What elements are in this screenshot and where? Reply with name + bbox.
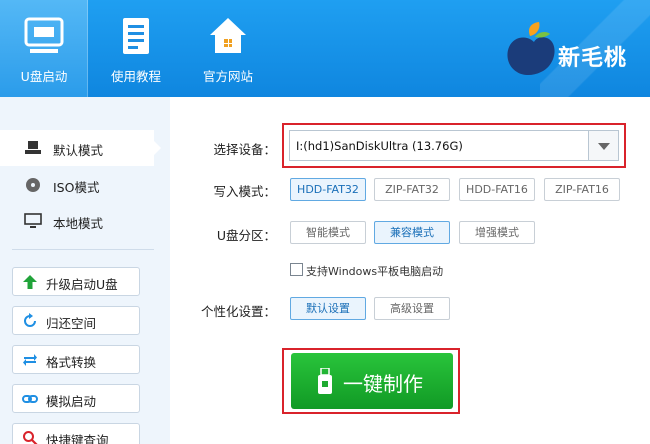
write-mode-label: 写入模式： bbox=[213, 184, 276, 199]
nav-official-site[interactable]: 官方网站 bbox=[192, 0, 264, 97]
nav-tutorial[interactable]: 使用教程 bbox=[100, 0, 172, 97]
windows-tablet-checkbox[interactable] bbox=[290, 263, 303, 276]
monitor-icon bbox=[24, 213, 42, 228]
simulate-boot-label: 模拟启动 bbox=[46, 394, 97, 409]
usb-mode-icon bbox=[25, 141, 41, 154]
format-convert-button[interactable]: 格式转换 bbox=[12, 345, 140, 374]
nav-usb-boot-label: U盘启动 bbox=[20, 69, 68, 84]
mode-iso-label: ISO模式 bbox=[53, 180, 100, 195]
document-icon bbox=[123, 18, 149, 54]
partition-enhanced[interactable]: 增强模式 bbox=[459, 221, 535, 244]
one-click-make-label: 一键制作 bbox=[343, 372, 423, 396]
usb-drive-icon bbox=[24, 17, 64, 53]
format-convert-label: 格式转换 bbox=[46, 355, 97, 370]
windows-tablet-label: 支持Windows平板电脑启动 bbox=[306, 265, 444, 278]
arrow-up-icon bbox=[23, 275, 37, 289]
upgrade-usb-button[interactable]: 升级启动U盘 bbox=[12, 267, 140, 296]
brand-name: 新毛桃 bbox=[558, 46, 628, 71]
device-select-value: I:(hd1)SanDiskUltra (13.76G) bbox=[296, 139, 463, 153]
upgrade-usb-label: 升级启动U盘 bbox=[46, 277, 118, 292]
app-window: U盘启动 使用教程 官方网站 新毛桃 默认模式 ISO模式 本地模式 升级启动U… bbox=[0, 0, 650, 444]
usb-stick-icon bbox=[318, 368, 332, 394]
personalize-label: 个性化设置： bbox=[200, 304, 276, 319]
search-icon bbox=[23, 431, 38, 444]
nav-usb-boot[interactable]: U盘启动 bbox=[0, 0, 88, 97]
hotkey-query-button[interactable]: 快捷键查询 bbox=[12, 423, 140, 444]
personalize-default[interactable]: 默认设置 bbox=[290, 297, 366, 320]
mode-local-label: 本地模式 bbox=[53, 216, 104, 231]
mode-default-label: 默认模式 bbox=[53, 143, 104, 158]
sidebar-divider bbox=[12, 249, 154, 250]
chevron-down-icon[interactable] bbox=[588, 131, 618, 160]
device-select[interactable]: I:(hd1)SanDiskUltra (13.76G) bbox=[289, 130, 619, 161]
restore-space-label: 归还空间 bbox=[46, 316, 97, 331]
sidebar: 默认模式 ISO模式 本地模式 升级启动U盘 归还空间 格式转换 模拟启动 快捷… bbox=[0, 97, 170, 444]
simulate-boot-button[interactable]: 模拟启动 bbox=[12, 384, 140, 413]
swap-icon bbox=[23, 354, 37, 366]
write-mode-hdd-fat32[interactable]: HDD-FAT32 bbox=[290, 178, 366, 201]
write-mode-hdd-fat16[interactable]: HDD-FAT16 bbox=[459, 178, 535, 201]
mode-iso[interactable]: ISO模式 bbox=[0, 167, 154, 203]
refresh-icon bbox=[24, 313, 36, 327]
link-icon bbox=[22, 395, 38, 403]
partition-compatible[interactable]: 兼容模式 bbox=[374, 221, 450, 244]
restore-space-button[interactable]: 归还空间 bbox=[12, 306, 140, 335]
partition-smart[interactable]: 智能模式 bbox=[290, 221, 366, 244]
write-mode-zip-fat32[interactable]: ZIP-FAT32 bbox=[374, 178, 450, 201]
mode-default[interactable]: 默认模式 bbox=[0, 130, 161, 166]
nav-official-site-label: 官方网站 bbox=[202, 69, 253, 84]
hotkey-query-label: 快捷键查询 bbox=[46, 433, 109, 444]
write-mode-zip-fat16[interactable]: ZIP-FAT16 bbox=[544, 178, 620, 201]
disc-icon bbox=[26, 178, 40, 192]
header-bar: U盘启动 使用教程 官方网站 新毛桃 bbox=[0, 0, 650, 97]
one-click-make-button[interactable]: 一键制作 bbox=[291, 353, 453, 409]
personalize-advanced[interactable]: 高级设置 bbox=[374, 297, 450, 320]
mode-local[interactable]: 本地模式 bbox=[0, 203, 154, 239]
nav-tutorial-label: 使用教程 bbox=[110, 69, 161, 84]
device-label: 选择设备： bbox=[213, 142, 276, 157]
home-icon bbox=[210, 18, 246, 53]
partition-label: U盘分区： bbox=[216, 228, 276, 243]
